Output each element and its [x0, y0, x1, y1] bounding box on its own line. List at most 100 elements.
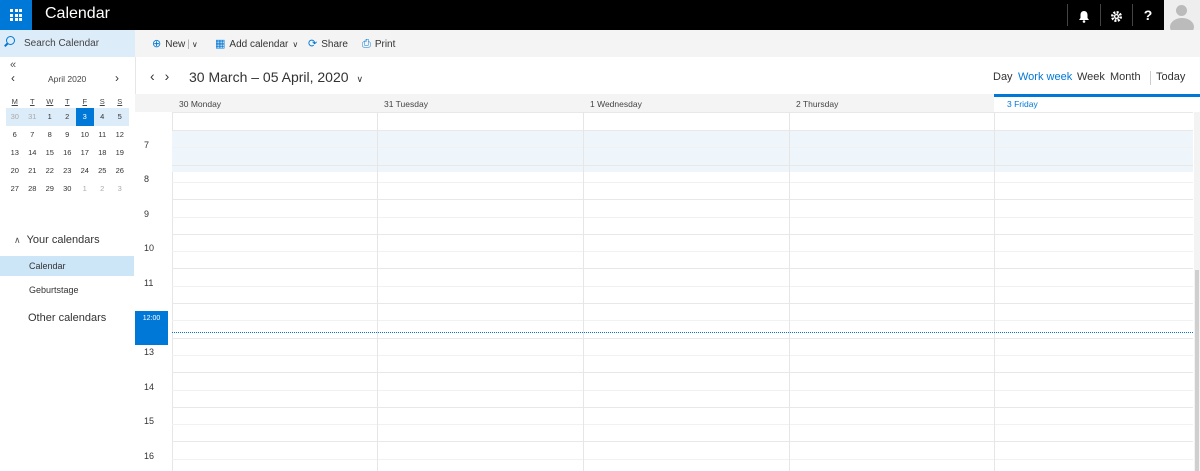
- chevron-down-icon: ∨: [356, 74, 364, 84]
- mini-calendar-day[interactable]: 26: [111, 162, 129, 180]
- mini-calendar-day[interactable]: 10: [76, 126, 94, 144]
- mini-calendar-day[interactable]: 23: [59, 162, 77, 180]
- search-box[interactable]: Search Calendar: [0, 30, 135, 58]
- avatar[interactable]: [1164, 0, 1200, 30]
- collapse-pane-icon[interactable]: «: [10, 59, 16, 71]
- day-column-divider: [994, 112, 995, 471]
- mini-calendar-day[interactable]: 2: [58, 108, 76, 126]
- mini-calendar-month: April 2020: [48, 74, 87, 84]
- print-label: Print: [374, 39, 396, 50]
- weekday-initial: T: [29, 97, 35, 106]
- divider: [1067, 4, 1068, 26]
- hour-gridline: [172, 234, 1193, 235]
- mini-calendar-day[interactable]: 2: [94, 180, 112, 198]
- hour-gridline: [172, 372, 1193, 373]
- mini-calendar-day[interactable]: 20: [6, 162, 24, 180]
- print-button[interactable]: ⎙ Print: [362, 38, 395, 50]
- hour-label: 16: [144, 451, 155, 461]
- weekday-initial: F: [82, 97, 88, 106]
- mini-calendar-day[interactable]: 6: [6, 126, 24, 144]
- mini-calendar-day[interactable]: 1: [76, 180, 94, 198]
- settings-button[interactable]: [1101, 0, 1131, 30]
- notifications-button[interactable]: [1069, 0, 1099, 30]
- mini-calendar-day[interactable]: 30: [59, 180, 77, 198]
- mini-calendar-day[interactable]: 25: [94, 162, 112, 180]
- half-hour-gridline: [172, 251, 1193, 252]
- mini-calendar-day[interactable]: 28: [24, 180, 42, 198]
- calendar-item-calendar[interactable]: Calendar: [0, 256, 134, 276]
- mini-calendar-day[interactable]: 29: [41, 180, 59, 198]
- mini-calendar-day[interactable]: 22: [41, 162, 59, 180]
- calendar-item-geburtstage[interactable]: Geburtstage: [0, 280, 134, 300]
- hour-label: 8: [144, 174, 150, 184]
- chevron-down-icon[interactable]: ∨: [192, 40, 198, 49]
- scrollbar-thumb[interactable]: [1195, 270, 1199, 471]
- today-button[interactable]: Today: [1156, 71, 1185, 83]
- mini-calendar-day[interactable]: 18: [94, 144, 112, 162]
- day-header-tuesday[interactable]: 31 Tuesday: [384, 94, 428, 112]
- half-hour-gridline: [172, 217, 1193, 218]
- chevron-left-icon[interactable]: ‹: [11, 71, 15, 85]
- mini-calendar-day[interactable]: 1: [41, 108, 59, 126]
- hour-gridline: [172, 303, 1193, 304]
- mini-calendar-day[interactable]: 3: [111, 180, 129, 198]
- share-icon: ⟳: [308, 38, 318, 50]
- mini-calendar-day[interactable]: 17: [76, 144, 94, 162]
- help-button[interactable]: ?: [1133, 0, 1163, 30]
- mini-calendar-day[interactable]: 12: [111, 126, 129, 144]
- hour-gridline: [172, 338, 1193, 339]
- view-day[interactable]: Day: [993, 71, 1013, 83]
- new-button[interactable]: ⊕ New | ∨: [152, 38, 198, 50]
- mini-calendar-day[interactable]: 11: [94, 126, 112, 144]
- share-label: Share: [321, 39, 348, 50]
- half-hour-gridline: [172, 459, 1193, 460]
- next-week-icon[interactable]: ›: [165, 68, 170, 84]
- view-work-week[interactable]: Work week: [1018, 71, 1072, 83]
- mini-calendar-day[interactable]: 21: [24, 162, 42, 180]
- other-calendars-label[interactable]: Other calendars: [28, 312, 106, 324]
- add-calendar-button[interactable]: ▦ Add calendar ∨: [215, 38, 298, 50]
- your-calendars-label: Your calendars: [26, 234, 100, 246]
- hour-gridline: [172, 130, 1193, 131]
- day-header-wednesday[interactable]: 1 Wednesday: [590, 94, 642, 112]
- waffle-icon: [10, 9, 22, 21]
- mini-calendar-day[interactable]: 16: [59, 144, 77, 162]
- date-range-picker[interactable]: 30 March – 05 April, 2020 ∨: [189, 69, 363, 85]
- half-hour-gridline: [172, 286, 1193, 287]
- hour-gridline: [172, 441, 1193, 442]
- mini-calendar-day[interactable]: 24: [76, 162, 94, 180]
- mini-calendar-day[interactable]: 4: [93, 108, 111, 126]
- day-header-monday[interactable]: 30 Monday: [179, 94, 221, 112]
- mini-calendar-day[interactable]: 14: [24, 144, 42, 162]
- share-button[interactable]: ⟳ Share: [308, 38, 348, 50]
- day-column-divider: [377, 112, 378, 471]
- half-hour-gridline: [172, 182, 1193, 183]
- mini-calendar-day[interactable]: 15: [41, 144, 59, 162]
- hour-gridline: [172, 407, 1193, 408]
- mini-calendar-day[interactable]: 19: [111, 144, 129, 162]
- mini-calendar-day[interactable]: 3: [76, 108, 94, 126]
- mini-calendar-day[interactable]: 13: [6, 144, 24, 162]
- mini-calendar-day[interactable]: 30: [6, 108, 24, 126]
- weekday-initial: M: [11, 97, 18, 106]
- add-calendar-label: Add calendar: [229, 39, 289, 50]
- app-launcher-button[interactable]: [0, 0, 32, 30]
- mini-calendar-day[interactable]: 9: [59, 126, 77, 144]
- hour-label: 13: [144, 347, 155, 357]
- view-week[interactable]: Week: [1077, 71, 1105, 83]
- day-column-divider: [789, 112, 790, 471]
- mini-calendar-day[interactable]: 31: [23, 108, 41, 126]
- day-header-friday[interactable]: 3 Friday: [1007, 94, 1038, 112]
- previous-week-icon[interactable]: ‹: [150, 68, 155, 84]
- mini-calendar-day[interactable]: 8: [41, 126, 59, 144]
- your-calendars-header[interactable]: ∧ Your calendars: [14, 234, 100, 246]
- view-month[interactable]: Month: [1110, 71, 1141, 83]
- mini-calendar-day[interactable]: 27: [6, 180, 24, 198]
- divider: [1150, 71, 1151, 85]
- calendar-item-label: Geburtstage: [29, 285, 79, 295]
- mini-calendar-day[interactable]: 7: [24, 126, 42, 144]
- chevron-right-icon[interactable]: ›: [115, 71, 119, 85]
- day-header-thursday[interactable]: 2 Thursday: [796, 94, 838, 112]
- mini-calendar-day[interactable]: 5: [111, 108, 129, 126]
- current-time-marker: 12:00: [135, 311, 168, 345]
